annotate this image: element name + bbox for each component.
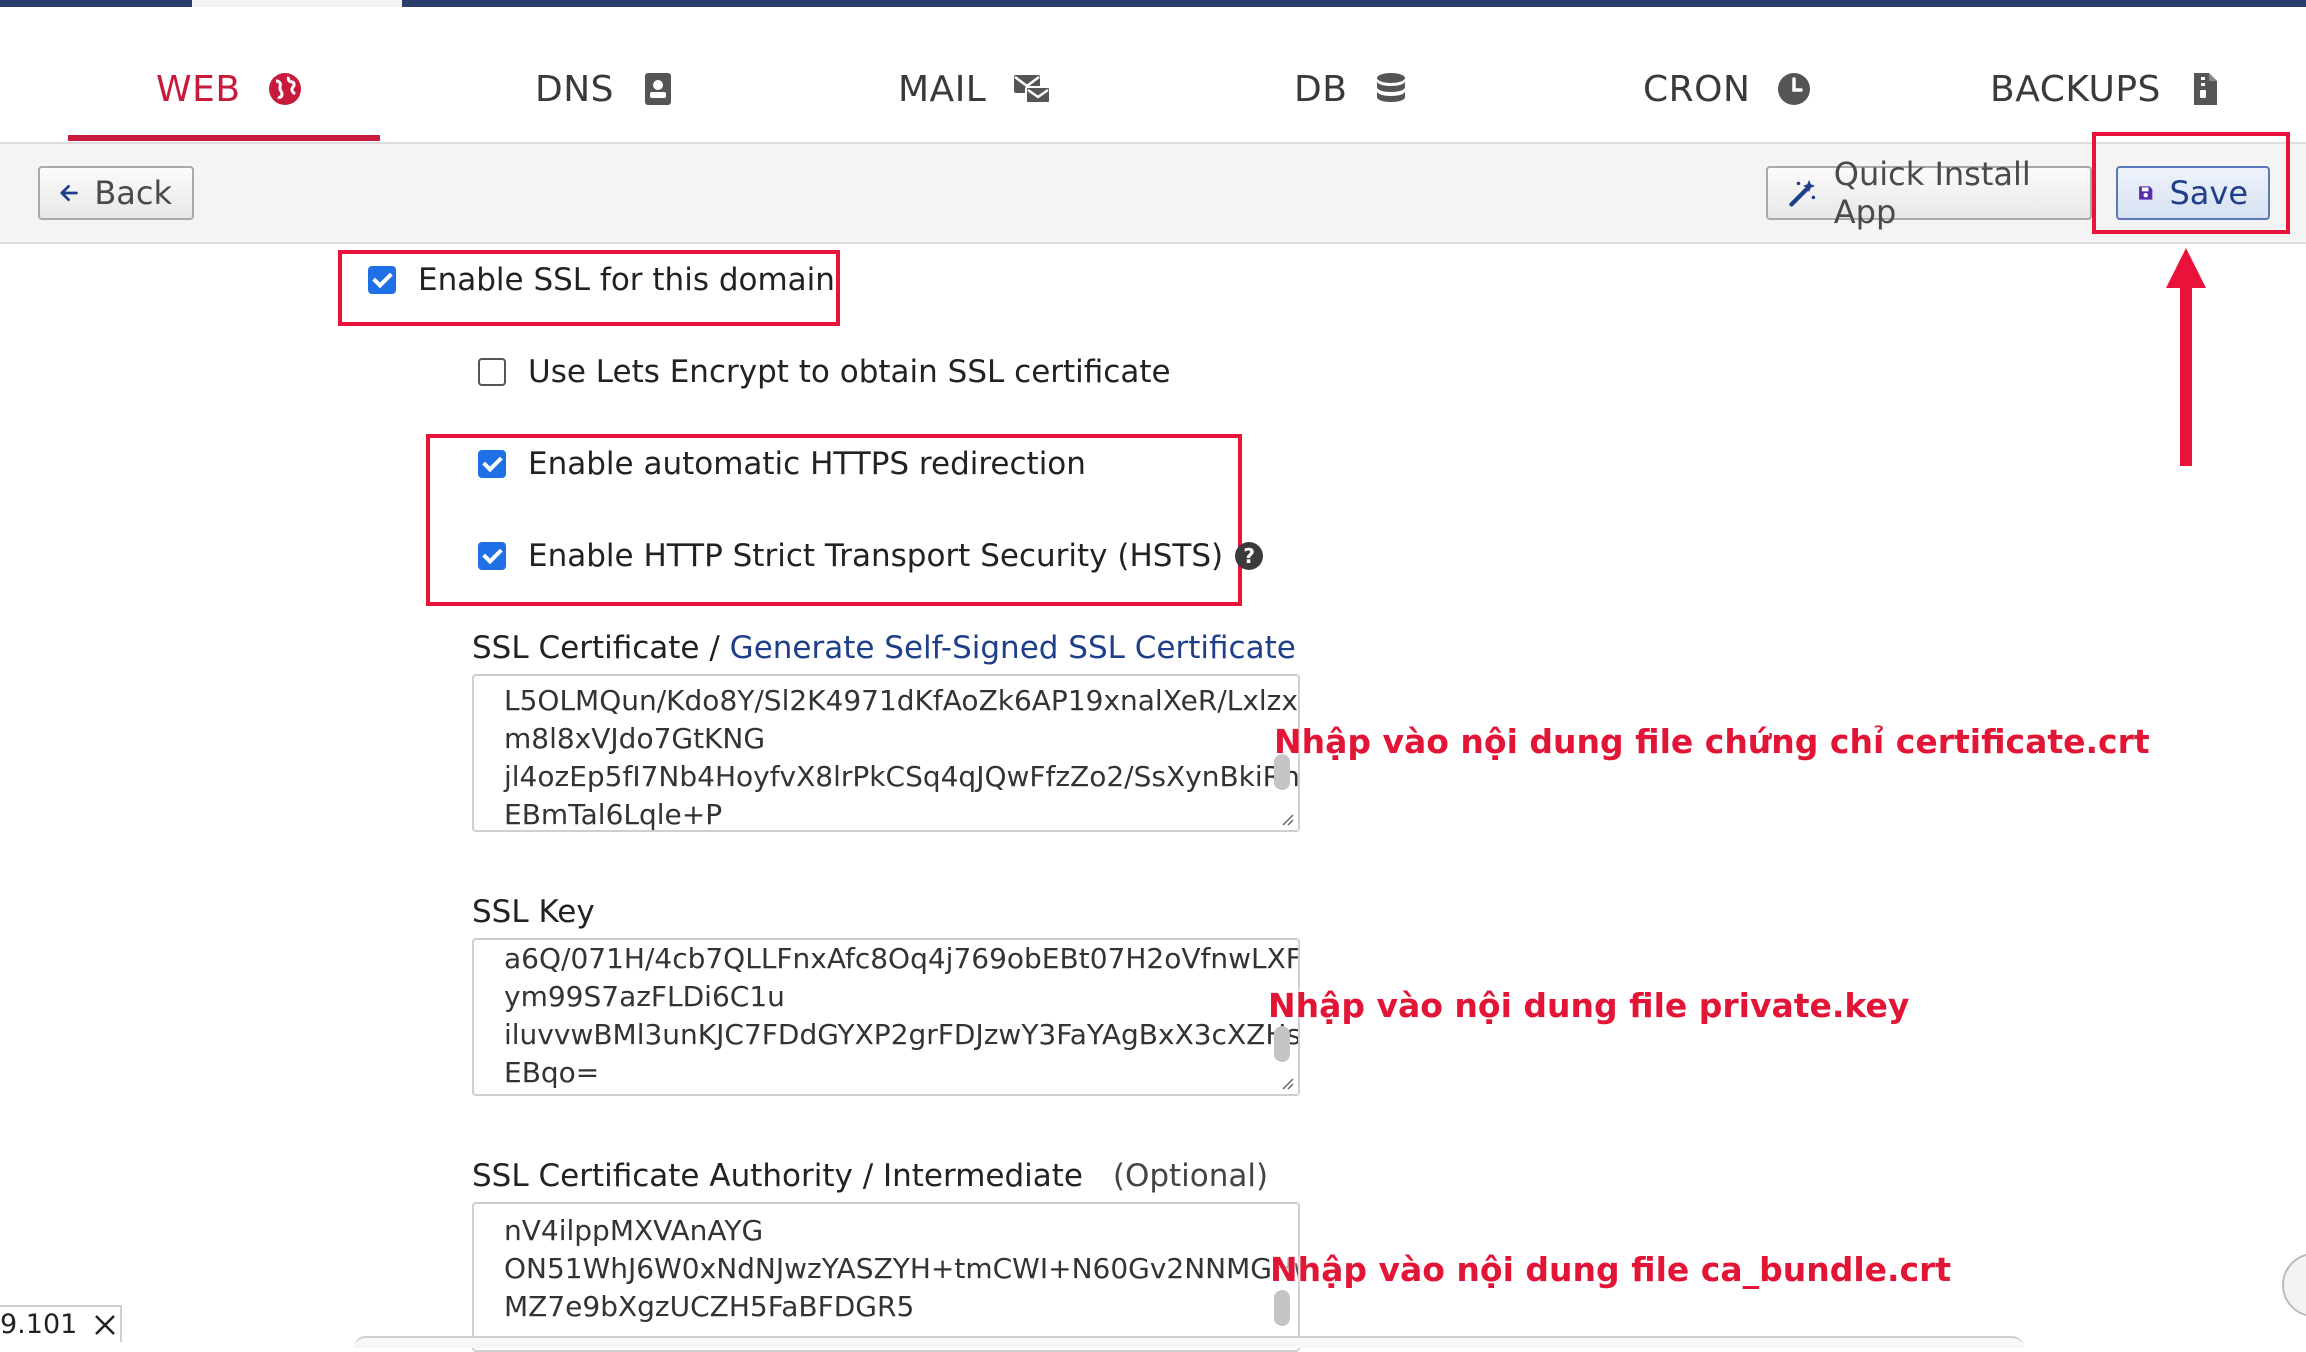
mail-icon: [1014, 75, 1052, 104]
quick-install-app-button[interactable]: Quick Install App: [1766, 155, 2092, 231]
ssl-key-label: SSL Key: [472, 894, 595, 930]
magic-wand-icon: [1789, 179, 1816, 207]
lets-encrypt-label: Use Lets Encrypt to obtain SSL certifica…: [528, 354, 1171, 390]
ssl-ca-scrollbar[interactable]: [1274, 1290, 1290, 1326]
tab-dns-label: DNS: [535, 68, 615, 110]
ssl-ca-label: SSL Certificate Authority / Intermediate: [472, 1158, 1083, 1194]
ssl-ca-optional-label: (Optional): [1112, 1158, 1269, 1194]
enable-ssl-checkbox-row[interactable]: Enable SSL for this domain: [368, 262, 835, 298]
clock-icon: [1778, 73, 1811, 105]
enable-ssl-label: Enable SSL for this domain: [418, 262, 835, 298]
tab-dns[interactable]: DNS: [535, 59, 676, 119]
tab-cron[interactable]: CRON: [1643, 59, 1812, 119]
hsts-checkbox[interactable]: [478, 542, 506, 570]
close-icon[interactable]: [93, 1313, 117, 1337]
bottom-panel-edge: [354, 1336, 2024, 1348]
corner-notification: 9.101: [0, 1305, 122, 1342]
tab-web[interactable]: WEB: [156, 59, 303, 119]
certificate-annotation: Nhập vào nội dung file chứng chỉ certifi…: [1274, 722, 2150, 761]
ssl-ca-value: nV4ilppMXVAnAYG ON51WhJ6W0xNdNJwzYASZYH+…: [504, 1214, 1300, 1323]
save-highlight-box: [2092, 132, 2290, 234]
ssl-certificate-label: SSL Certificate /: [472, 630, 720, 666]
hsts-label: Enable HTTP Strict Transport Security (H…: [528, 538, 1224, 574]
tab-cron-label: CRON: [1643, 68, 1751, 110]
globe-icon: [268, 73, 301, 105]
back-button[interactable]: Back: [38, 166, 194, 220]
ssl-key-textarea[interactable]: a6Q/071H/4cb7QLLFnxAfc8Oq4j769obEBt07H2o…: [472, 938, 1300, 1096]
ssl-certificate-textarea[interactable]: L5OLMQun/Kdo8Y/Sl2K4971dKfAoZk6AP19xnalX…: [472, 674, 1300, 832]
resize-grip-icon[interactable]: [1280, 1076, 1294, 1090]
tab-backups[interactable]: BACKUPS: [1990, 59, 2223, 119]
database-icon: [1377, 73, 1406, 102]
https-redirect-checkbox[interactable]: [478, 450, 506, 478]
enable-ssl-checkbox[interactable]: [368, 266, 396, 294]
lets-encrypt-checkbox-row[interactable]: Use Lets Encrypt to obtain SSL certifica…: [478, 354, 1171, 390]
ssl-certificate-label-row: SSL Certificate / Generate Self-Signed S…: [472, 630, 1296, 666]
ca-bundle-annotation: Nhập vào nội dung file ca_bundle.crt: [1270, 1250, 1952, 1289]
top-strip-gap: [192, 0, 402, 7]
help-icon[interactable]: ?: [1235, 542, 1264, 570]
private-key-annotation: Nhập vào nội dung file private.key: [1268, 986, 1910, 1025]
top-strip: [0, 0, 2306, 7]
tab-db[interactable]: DB: [1294, 59, 1409, 119]
floating-round-button[interactable]: [2282, 1253, 2306, 1317]
tab-db-label: DB: [1294, 68, 1348, 110]
ssl-ca-textarea[interactable]: nV4ilppMXVAnAYG ON51WhJ6W0xNdNJwzYASZYH+…: [472, 1202, 1300, 1352]
ssl-key-value: a6Q/071H/4cb7QLLFnxAfc8Oq4j769obEBt07H2o…: [504, 942, 1300, 1089]
arrow-left-icon: [60, 184, 78, 202]
quick-install-app-label: Quick Install App: [1833, 155, 2031, 231]
section-tabs: WEB DNS MAIL DB CRON BACKUPS: [0, 7, 2306, 144]
lets-encrypt-checkbox[interactable]: [478, 358, 506, 386]
https-redirect-checkbox-row[interactable]: Enable automatic HTTPS redirection: [478, 446, 1086, 482]
tab-web-label: WEB: [156, 68, 241, 110]
arrow-up-annotation-icon: [2166, 248, 2206, 466]
archive-file-icon: [2193, 73, 2217, 105]
resize-grip-icon[interactable]: [1280, 812, 1294, 826]
corner-notification-text: 9.101: [0, 1309, 78, 1340]
ssl-ca-label-row: SSL Certificate Authority / Intermediate…: [472, 1158, 1268, 1194]
tab-mail-label: MAIL: [898, 68, 987, 110]
tab-backups-label: BACKUPS: [1990, 68, 2161, 110]
toolbar: Back Quick Install App Save: [0, 144, 2306, 244]
ssl-certificate-value: L5OLMQun/Kdo8Y/Sl2K4971dKfAoZk6AP19xnalX…: [504, 684, 1300, 831]
https-redirect-label: Enable automatic HTTPS redirection: [528, 446, 1086, 482]
tab-mail[interactable]: MAIL: [898, 59, 1052, 119]
hsts-checkbox-row[interactable]: Enable HTTP Strict Transport Security (H…: [478, 538, 1264, 574]
back-button-label: Back: [94, 174, 172, 212]
address-book-icon: [645, 73, 672, 105]
ssl-key-scrollbar[interactable]: [1274, 1026, 1290, 1062]
generate-self-signed-link[interactable]: Generate Self-Signed SSL Certificate: [730, 630, 1296, 666]
active-tab-underline: [68, 135, 380, 141]
